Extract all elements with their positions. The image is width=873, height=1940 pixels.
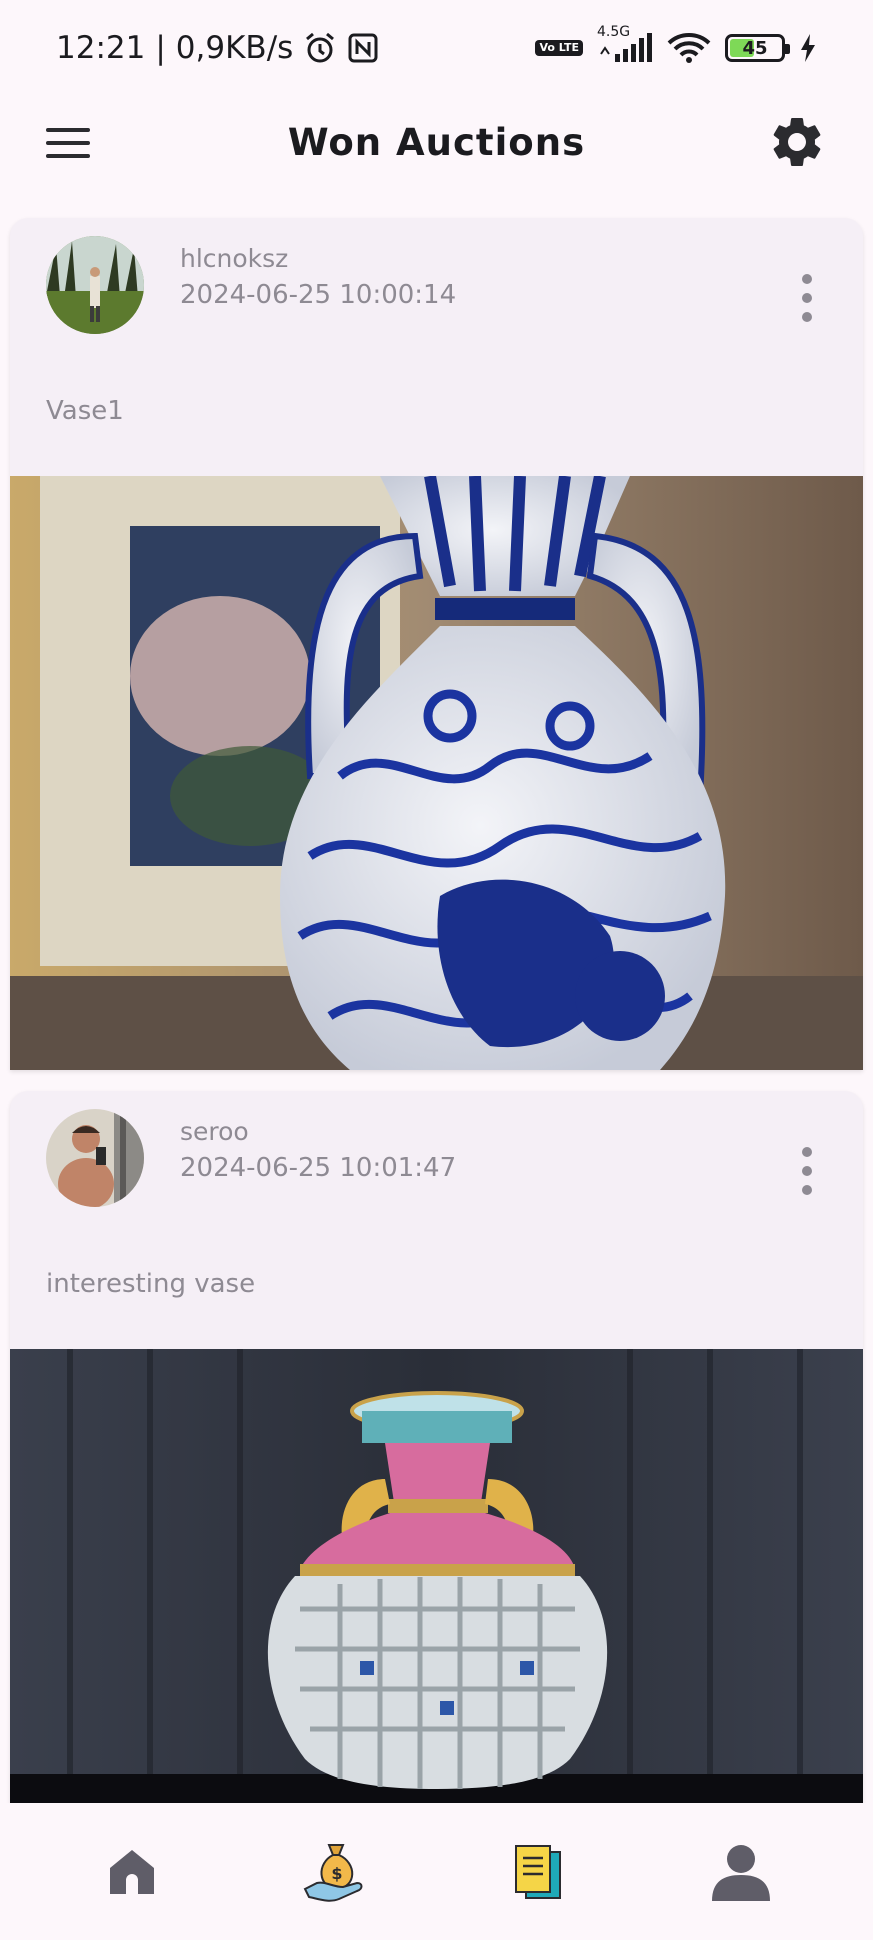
- avatar[interactable]: [46, 1109, 144, 1207]
- menu-icon[interactable]: [40, 118, 96, 168]
- volte-icon: Vo LTE: [535, 40, 583, 56]
- charging-icon: [799, 33, 817, 63]
- battery-icon: 45: [725, 34, 790, 62]
- home-icon[interactable]: [87, 1827, 177, 1917]
- nfc-icon: [347, 32, 379, 64]
- app-bar: Won Auctions: [0, 100, 873, 184]
- page-title: Won Auctions: [287, 120, 586, 164]
- more-options-icon[interactable]: [795, 1147, 819, 1195]
- svg-text:$: $: [331, 1864, 342, 1883]
- settings-icon[interactable]: [767, 112, 827, 172]
- status-left: 12:21 | 0,9KB/s: [56, 30, 379, 66]
- post-timestamp: 2024-06-25 10:01:47: [180, 1153, 457, 1183]
- auction-card[interactable]: seroo 2024-06-25 10:01:47 interesting va…: [10, 1091, 863, 1807]
- avatar[interactable]: [46, 236, 144, 334]
- post-timestamp: 2024-06-25 10:00:14: [180, 280, 457, 310]
- status-time: 12:21: [56, 30, 146, 66]
- network-type: 4.5G: [597, 24, 631, 40]
- status-bar: 12:21 | 0,9KB/s Vo LTE 4.5G 45: [0, 0, 873, 96]
- status-separator: |: [155, 30, 166, 66]
- auction-description: Vase1: [46, 396, 124, 426]
- more-options-icon[interactable]: [795, 274, 819, 322]
- card-header: seroo 2024-06-25 10:01:47 interesting va…: [10, 1091, 863, 1349]
- username: seroo: [180, 1117, 249, 1146]
- auction-money-bag-icon[interactable]: $: [290, 1827, 380, 1917]
- battery-level: 45: [742, 37, 768, 59]
- famille-rose-vase-photo[interactable]: [10, 1349, 863, 1807]
- blue-white-vase-photo[interactable]: [10, 476, 863, 1070]
- bottom-nav: $: [0, 1803, 873, 1940]
- network-speed: 0,9KB/s: [175, 30, 294, 66]
- card-header: hlcnoksz 2024-06-25 10:00:14 Vase1: [10, 218, 863, 476]
- wifi-icon: [667, 31, 711, 65]
- username: hlcnoksz: [180, 244, 289, 273]
- signal-icon: 4.5G: [597, 24, 653, 64]
- documents-icon[interactable]: [493, 1827, 583, 1917]
- auction-description: interesting vase: [46, 1269, 256, 1299]
- profile-icon[interactable]: [696, 1827, 786, 1917]
- alarm-icon: [303, 31, 337, 65]
- status-right: Vo LTE 4.5G 45: [535, 24, 817, 65]
- auction-card[interactable]: hlcnoksz 2024-06-25 10:00:14 Vase1: [10, 218, 863, 1070]
